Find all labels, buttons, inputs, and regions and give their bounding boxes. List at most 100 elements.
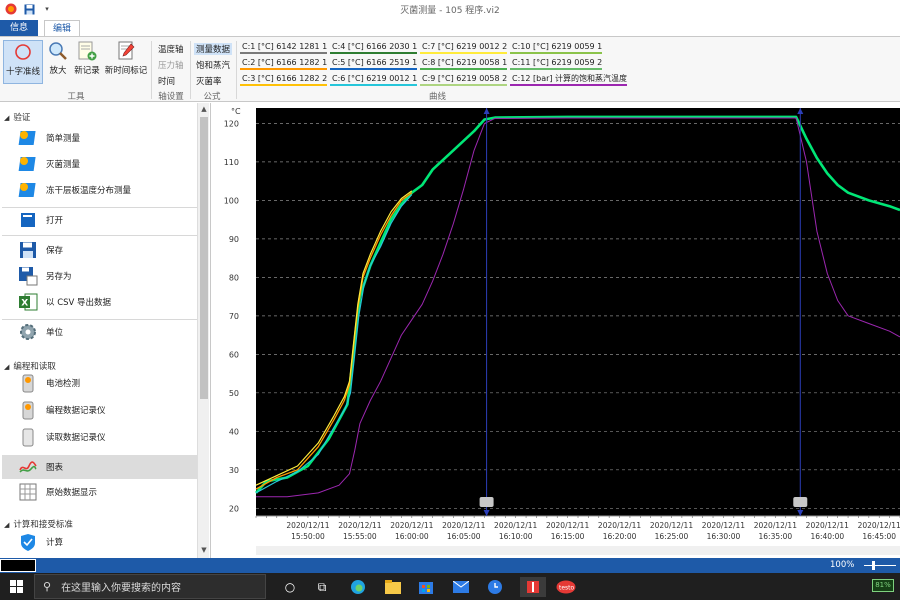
sidebar-item-label: 读取数据记录仪 <box>46 433 106 443</box>
crosshair-label: 十字准线 <box>5 67 40 77</box>
sidebar-item-save-as[interactable]: 另存为 <box>18 265 194 287</box>
curve-legend-item[interactable]: C:10 [°C] 6219 0059 1 <box>510 41 603 54</box>
zoom-slider[interactable] <box>864 565 896 566</box>
curve-legend-item[interactable]: C:8 [°C] 6219 0058 1 <box>420 57 508 70</box>
x-tick-time: 16:20:00 <box>603 532 637 541</box>
saturated-steam-item[interactable]: 饱和蒸汽 <box>196 59 230 71</box>
mail-icon[interactable] <box>451 577 471 597</box>
curve-legend-item[interactable]: C:4 [°C] 6166 2030 1 <box>330 41 418 54</box>
crosshair-icon <box>15 44 31 60</box>
new-time-marker-button[interactable]: 新时间标记 <box>102 40 150 84</box>
y-tick-label: 50 <box>229 389 239 398</box>
sidebar-item-chart[interactable]: 图表 <box>2 455 197 479</box>
sidebar-item-simple-measurement[interactable]: 简单测量 <box>18 127 194 149</box>
zoom-slider-knob[interactable] <box>872 561 875 570</box>
sterilization-rate-item[interactable]: 灭菌率 <box>196 75 222 87</box>
section-program-read-label: 编程和读取 <box>13 362 56 372</box>
sidebar-item-sterilization-measurement[interactable]: 灭菌测量 <box>18 153 194 175</box>
sidebar-item-unit[interactable]: 单位 <box>18 321 194 343</box>
section-calc-criteria[interactable]: ◢ 计算和接受标准 <box>4 518 73 530</box>
line-chart-icon <box>19 461 37 473</box>
sidebar-item-freeze-dryer[interactable]: 冻干层板温度分布测量 <box>18 179 194 201</box>
calculate-shield-icon <box>21 534 35 551</box>
curve-legend-item[interactable]: C:9 [°C] 6219 0058 2 <box>420 73 508 86</box>
x-tick-date: 2020/12/11 <box>442 521 485 530</box>
y-tick-label: 60 <box>229 350 239 359</box>
logger-icon <box>22 401 34 420</box>
plot-area[interactable] <box>256 108 900 516</box>
x-tick-date: 2020/12/11 <box>806 521 849 530</box>
curve-legend-item[interactable]: C:6 [°C] 6219 0012 1 <box>330 73 418 86</box>
sidebar-item-program-logger[interactable]: 编程数据记录仪 <box>18 399 194 421</box>
windows-start-icon[interactable] <box>10 580 23 593</box>
y-axis-unit: °C <box>231 107 241 116</box>
section-program-read[interactable]: ◢ 编程和读取 <box>4 360 56 372</box>
floppy-icon <box>20 242 36 258</box>
temperature-chart[interactable]: 20 30 40 50 60 70 80 90 100 110 120 °C 2020/12/11 15:… <box>213 103 900 546</box>
store-icon[interactable] <box>416 577 436 597</box>
new-time-marker-label: 新时间标记 <box>104 66 148 76</box>
ribbon-divider <box>190 41 191 99</box>
x-tick-time: 16:25:00 <box>655 532 689 541</box>
temperature-axis-item[interactable]: 温度轴 <box>158 43 184 55</box>
sidebar-item-calculate[interactable]: 计算 <box>18 531 194 553</box>
sidebar-item-label: 计算 <box>46 538 64 548</box>
window-title: 灭菌测量 - 105 程序.vi2 <box>400 5 500 16</box>
task-view-icon[interactable]: ⧉ <box>312 577 332 597</box>
sidebar-item-read-logger[interactable]: 读取数据记录仪 <box>18 426 194 448</box>
curve-legend-item[interactable]: C:12 [bar] 计算的饱和蒸汽温度 <box>510 73 628 86</box>
cursor-marker-handle[interactable] <box>479 497 494 507</box>
navigation-sidebar: ◢ 验证 简单测量 灭菌测量 冻干层板温度分布测量 打开 保存 另存为 X 以 … <box>0 103 211 558</box>
taskbar-search-box[interactable]: ⚲ 在这里输入你要搜索的内容 <box>34 574 266 599</box>
sidebar-scrollbar[interactable]: ▲ ▼ <box>197 103 209 558</box>
curve-legend-item[interactable]: C:1 [°C] 6142 1281 1 <box>240 41 328 54</box>
x-tick-time: 16:10:00 <box>499 532 533 541</box>
curve-legend-item[interactable]: C:7 [°C] 6219 0012 2 <box>420 41 508 54</box>
edge-browser-icon[interactable] <box>348 577 368 597</box>
x-tick-date: 2020/12/11 <box>598 521 641 530</box>
cortana-icon[interactable]: ○ <box>280 577 300 597</box>
sidebar-item-label: 灭菌测量 <box>46 160 81 170</box>
testo-comsoft-icon[interactable] <box>520 577 546 597</box>
curve-legend-item[interactable]: C:2 [°C] 6166 1282 1 <box>240 57 328 70</box>
chart-horizontal-scrollbar[interactable] <box>256 546 900 555</box>
logger-icon <box>22 428 34 447</box>
section-calc-criteria-label: 计算和接受标准 <box>13 520 73 530</box>
sidebar-item-battery-check[interactable]: 电池检测 <box>18 372 194 394</box>
x-tick-time: 16:05:00 <box>447 532 481 541</box>
time-axis-item[interactable]: 时间 <box>158 75 175 87</box>
section-verify[interactable]: ◢ 验证 <box>4 111 30 123</box>
x-tick-time: 16:40:00 <box>810 532 844 541</box>
testo-app-icon[interactable]: testo <box>554 577 578 597</box>
app-window: ▾ 灭菌测量 - 105 程序.vi2 信息 编辑 十字准线 放大 新记录 新时… <box>0 0 900 600</box>
scrollbar-thumb[interactable] <box>200 117 208 399</box>
curve-legend-item[interactable]: C:5 [°C] 6166 2519 1 <box>330 57 418 70</box>
file-explorer-icon[interactable] <box>383 577 403 597</box>
y-tick-label: 110 <box>224 158 239 167</box>
crosshair-button[interactable]: 十字准线 <box>3 40 43 84</box>
sidebar-item-open[interactable]: 打开 <box>18 209 194 231</box>
x-tick-date: 2020/12/11 <box>650 521 693 530</box>
clock-app-icon[interactable] <box>485 577 505 597</box>
curve-legend-item[interactable]: C:3 [°C] 6166 1282 2 <box>240 73 328 86</box>
sidebar-item-export-csv[interactable]: X 以 CSV 导出数据 <box>18 291 194 313</box>
windows-taskbar: ⚲ 在这里输入你要搜索的内容 ○ ⧉ testo 81% <box>0 573 900 600</box>
scroll-up-icon[interactable]: ▲ <box>198 103 210 115</box>
x-tick-date: 2020/12/11 <box>546 521 589 530</box>
curve-legend-item[interactable]: C:11 [°C] 6219 0059 2 <box>510 57 603 70</box>
zoom-button[interactable]: 放大 <box>44 40 72 84</box>
sidebar-item-raw-data[interactable]: 原始数据显示 <box>18 481 194 503</box>
x-tick-time: 15:55:00 <box>343 532 377 541</box>
save-as-icon <box>19 267 38 286</box>
x-tick-time: 16:00:00 <box>395 532 429 541</box>
pressure-axis-item[interactable]: 压力轴 <box>158 59 184 71</box>
sidebar-item-save[interactable]: 保存 <box>18 239 194 261</box>
sidebar-item-label: 电池检测 <box>46 379 81 389</box>
measurement-data-item[interactable]: 测量数据 <box>194 43 233 55</box>
tab-edit[interactable]: 编辑 <box>44 20 80 36</box>
tab-info[interactable]: 信息 <box>0 20 38 36</box>
scroll-down-icon[interactable]: ▼ <box>198 544 210 556</box>
new-record-button[interactable]: 新记录 <box>72 40 102 84</box>
cursor-marker-handle[interactable] <box>793 497 808 507</box>
y-tick-label: 70 <box>229 312 239 321</box>
